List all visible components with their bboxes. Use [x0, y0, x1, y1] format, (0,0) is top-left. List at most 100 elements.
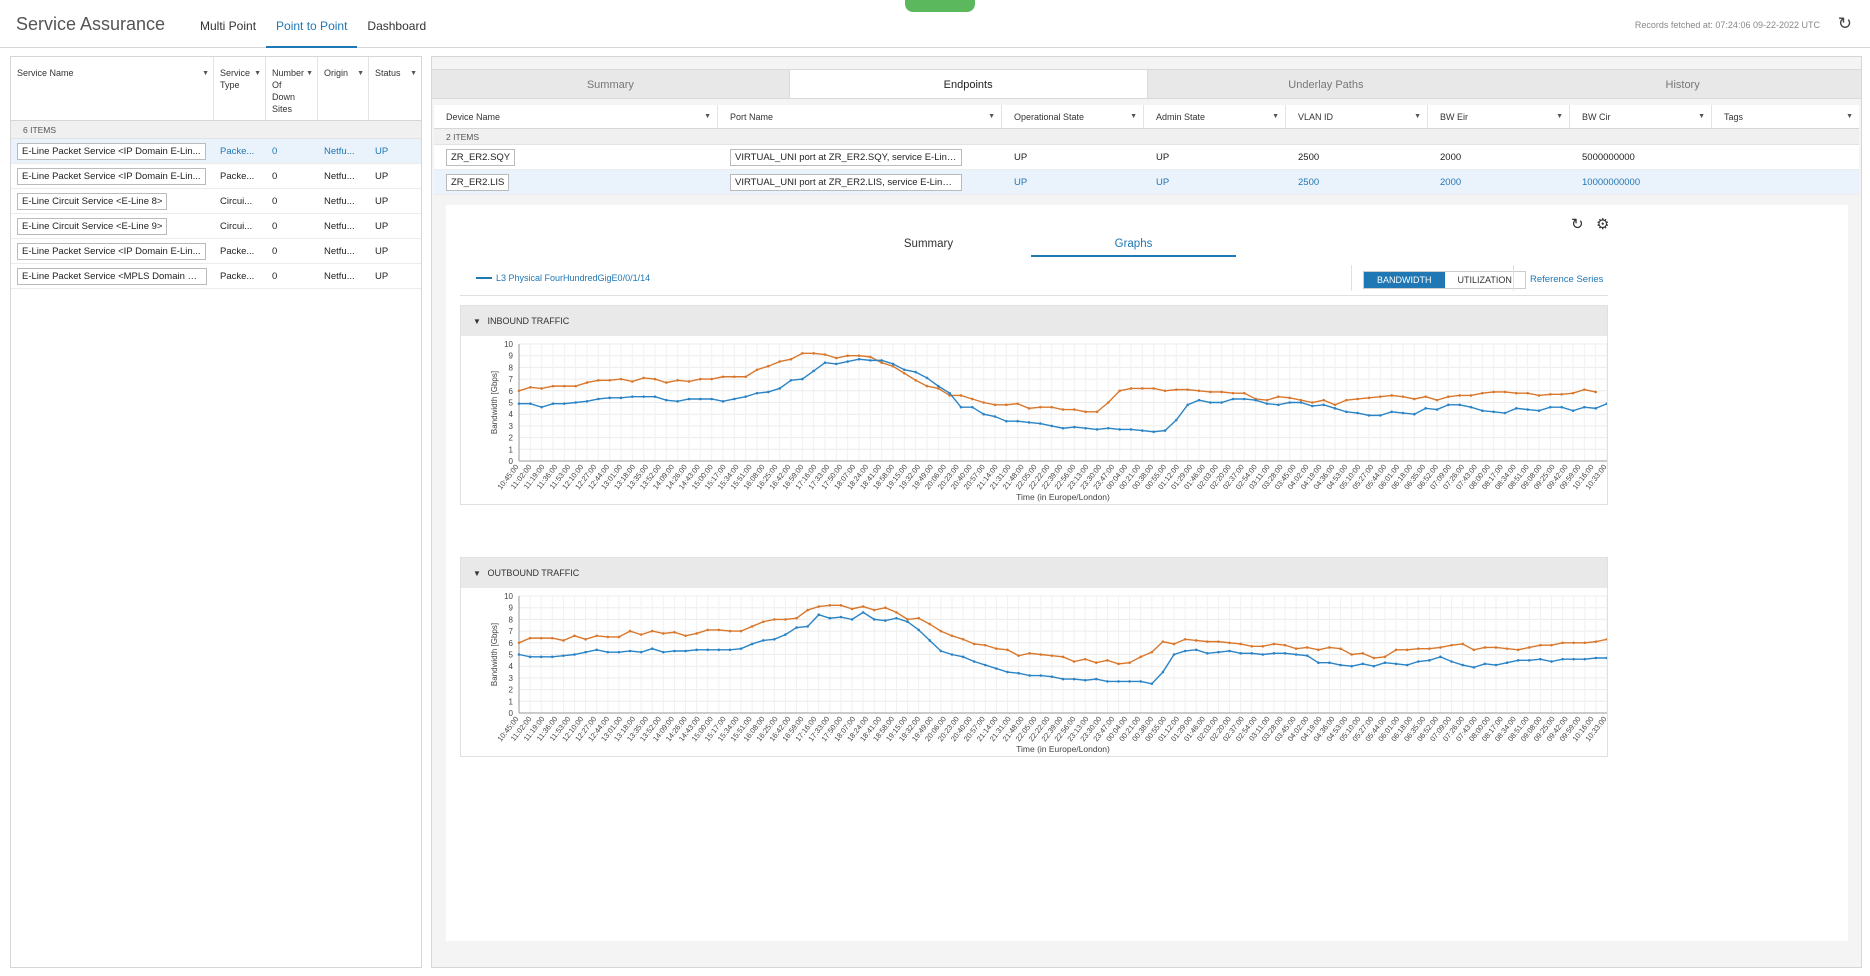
col-bw-eir[interactable]: BW Eir ▼ — [1428, 105, 1570, 128]
records-fetched-label: Records fetched at: 07:24:06 09-22-2022 … — [1634, 20, 1820, 30]
reference-series-link[interactable]: Reference Series — [1530, 274, 1603, 285]
sort-caret-icon[interactable]: ▼ — [1846, 105, 1853, 129]
tab-graphs[interactable]: Graphs — [1031, 233, 1236, 257]
sort-caret-icon[interactable]: ▼ — [988, 105, 995, 129]
tab-summary[interactable]: Summary — [432, 70, 789, 98]
table-row[interactable]: E-Line Packet Service <IP Domain E-Lin..… — [11, 139, 421, 164]
data-point — [695, 648, 698, 652]
col-vlan-id[interactable]: VLAN ID ▼ — [1286, 105, 1428, 128]
cell-device: ZR_ER2.LIS — [434, 173, 718, 191]
data-point — [617, 650, 621, 654]
col-operational-state[interactable]: Operational State ▼ — [1002, 105, 1144, 128]
bandwidth-button[interactable]: BANDWIDTH — [1364, 272, 1445, 288]
data-point — [585, 400, 589, 403]
y-tick-label: 4 — [509, 662, 514, 671]
y-tick-label: 9 — [509, 604, 514, 613]
col-origin[interactable]: Origin ▼ — [318, 57, 369, 120]
data-point — [1139, 680, 1143, 683]
col-down-sites[interactable]: Number Of Down Sites ▼ — [266, 57, 318, 120]
device-name-chip[interactable]: ZR_ER2.SQY — [446, 148, 516, 166]
collapse-triangle-icon[interactable]: ▼ — [473, 569, 481, 578]
col-admin-state[interactable]: Admin State ▼ — [1144, 105, 1286, 128]
tab-endpoints[interactable]: Endpoints — [788, 70, 1148, 98]
sort-caret-icon[interactable]: ▼ — [704, 105, 711, 129]
sort-caret-icon[interactable]: ▼ — [1698, 105, 1705, 129]
col-label: BW Eir — [1440, 112, 1468, 122]
service-name-chip[interactable]: E-Line Circuit Service <E-Line 9> — [17, 217, 168, 235]
col-status[interactable]: Status ▼ — [369, 57, 421, 120]
data-point — [761, 620, 765, 624]
sort-caret-icon[interactable]: ▼ — [202, 68, 209, 80]
refresh-icon[interactable]: ↻ — [1838, 14, 1852, 34]
table-row[interactable]: E-Line Circuit Service <E-Line 8> Circui.… — [11, 189, 421, 214]
gear-icon[interactable]: ⚙ — [1596, 215, 1609, 233]
data-point — [1228, 641, 1231, 645]
data-point — [1161, 670, 1165, 674]
data-point — [1311, 401, 1314, 404]
tab-underlay-paths[interactable]: Underlay Paths — [1148, 70, 1505, 98]
sort-caret-icon[interactable]: ▼ — [1556, 105, 1563, 129]
outbound-traffic-header[interactable]: ▼ OUTBOUND TRAFFIC — [461, 558, 1607, 588]
data-point — [1261, 653, 1265, 656]
table-row[interactable]: E-Line Packet Service <IP Domain E-Lin..… — [11, 164, 421, 189]
col-device-name[interactable]: Device Name ▼ — [434, 105, 718, 128]
col-tags[interactable]: Tags ▼ — [1712, 105, 1859, 128]
col-service-name[interactable]: Service Name ▼ — [11, 57, 214, 120]
cell-origin: Netfu... — [324, 145, 355, 157]
data-point — [1549, 393, 1552, 396]
data-point — [1571, 409, 1575, 412]
port-name-chip[interactable]: VIRTUAL_UNI port at ZR_ER2.LIS, service … — [730, 173, 962, 191]
nav-dashboard[interactable]: Dashboard — [357, 0, 436, 48]
service-name-chip[interactable]: E-Line Packet Service <MPLS Domain E-... — [17, 267, 207, 285]
col-port-name[interactable]: Port Name ▼ — [718, 105, 1002, 128]
port-name-chip[interactable]: VIRTUAL_UNI port at ZR_ER2.SQY, service … — [730, 148, 962, 166]
cell-name: E-Line Packet Service <MPLS Domain E-... — [11, 267, 214, 285]
nav-multi-point[interactable]: Multi Point — [190, 0, 266, 48]
data-point — [1405, 663, 1409, 667]
data-point — [1345, 410, 1348, 414]
table-row[interactable]: ZR_ER2.SQY VIRTUAL_UNI port at ZR_ER2.SQY… — [434, 145, 1859, 170]
sort-caret-icon[interactable]: ▼ — [254, 68, 261, 80]
inbound-traffic-header[interactable]: ▼ INBOUND TRAFFIC — [461, 306, 1607, 336]
sort-caret-icon[interactable]: ▼ — [410, 68, 417, 80]
col-service-type[interactable]: Service Type ▼ — [214, 57, 266, 120]
data-point — [1161, 640, 1165, 643]
data-point — [744, 395, 747, 398]
tab-summary[interactable]: Summary — [826, 233, 1031, 257]
data-point — [1583, 388, 1586, 391]
data-point — [721, 375, 725, 379]
data-point — [1435, 398, 1439, 402]
data-point — [773, 637, 776, 641]
service-name-chip[interactable]: E-Line Packet Service <IP Domain E-Lin..… — [17, 242, 206, 260]
y-tick-label: 5 — [509, 399, 514, 408]
data-point — [971, 397, 974, 401]
cell-origin: Netfu... — [324, 245, 355, 257]
drawer-handle[interactable] — [905, 0, 975, 12]
sort-caret-icon[interactable]: ▼ — [1130, 105, 1137, 129]
table-row[interactable]: E-Line Packet Service <MPLS Domain E-...… — [11, 264, 421, 289]
data-point — [750, 642, 754, 646]
service-name-chip[interactable]: E-Line Packet Service <IP Domain E-Lin..… — [17, 142, 206, 160]
data-point — [699, 397, 702, 401]
data-point — [1333, 407, 1337, 410]
col-bw-cir[interactable]: BW Cir ▼ — [1570, 105, 1712, 128]
divider — [1351, 265, 1352, 291]
nav-point-to-point[interactable]: Point to Point — [266, 0, 358, 48]
service-name-chip[interactable]: E-Line Circuit Service <E-Line 8> — [17, 192, 168, 210]
col-label: Device Name — [446, 112, 501, 122]
table-row[interactable]: E-Line Packet Service <IP Domain E-Lin..… — [11, 239, 421, 264]
service-name-chip[interactable]: E-Line Packet Service <IP Domain E-Lin..… — [17, 167, 206, 185]
tab-history[interactable]: History — [1504, 70, 1861, 98]
device-name-chip[interactable]: ZR_ER2.LIS — [446, 173, 510, 191]
series-legend[interactable]: L3 Physical FourHundredGigE0/0/1/14 — [476, 273, 650, 283]
data-point — [1239, 652, 1242, 655]
sort-caret-icon[interactable]: ▼ — [357, 68, 364, 80]
table-row[interactable]: ZR_ER2.LIS VIRTUAL_UNI port at ZR_ER2.LIS… — [434, 170, 1859, 195]
sort-caret-icon[interactable]: ▼ — [306, 68, 313, 80]
sort-caret-icon[interactable]: ▼ — [1414, 105, 1421, 129]
refresh-icon[interactable]: ↻ — [1571, 215, 1584, 233]
table-row[interactable]: E-Line Circuit Service <E-Line 9> Circui.… — [11, 214, 421, 239]
collapse-triangle-icon[interactable]: ▼ — [473, 317, 481, 326]
sort-caret-icon[interactable]: ▼ — [1272, 105, 1279, 129]
cell-origin: Netfu... — [324, 170, 355, 182]
